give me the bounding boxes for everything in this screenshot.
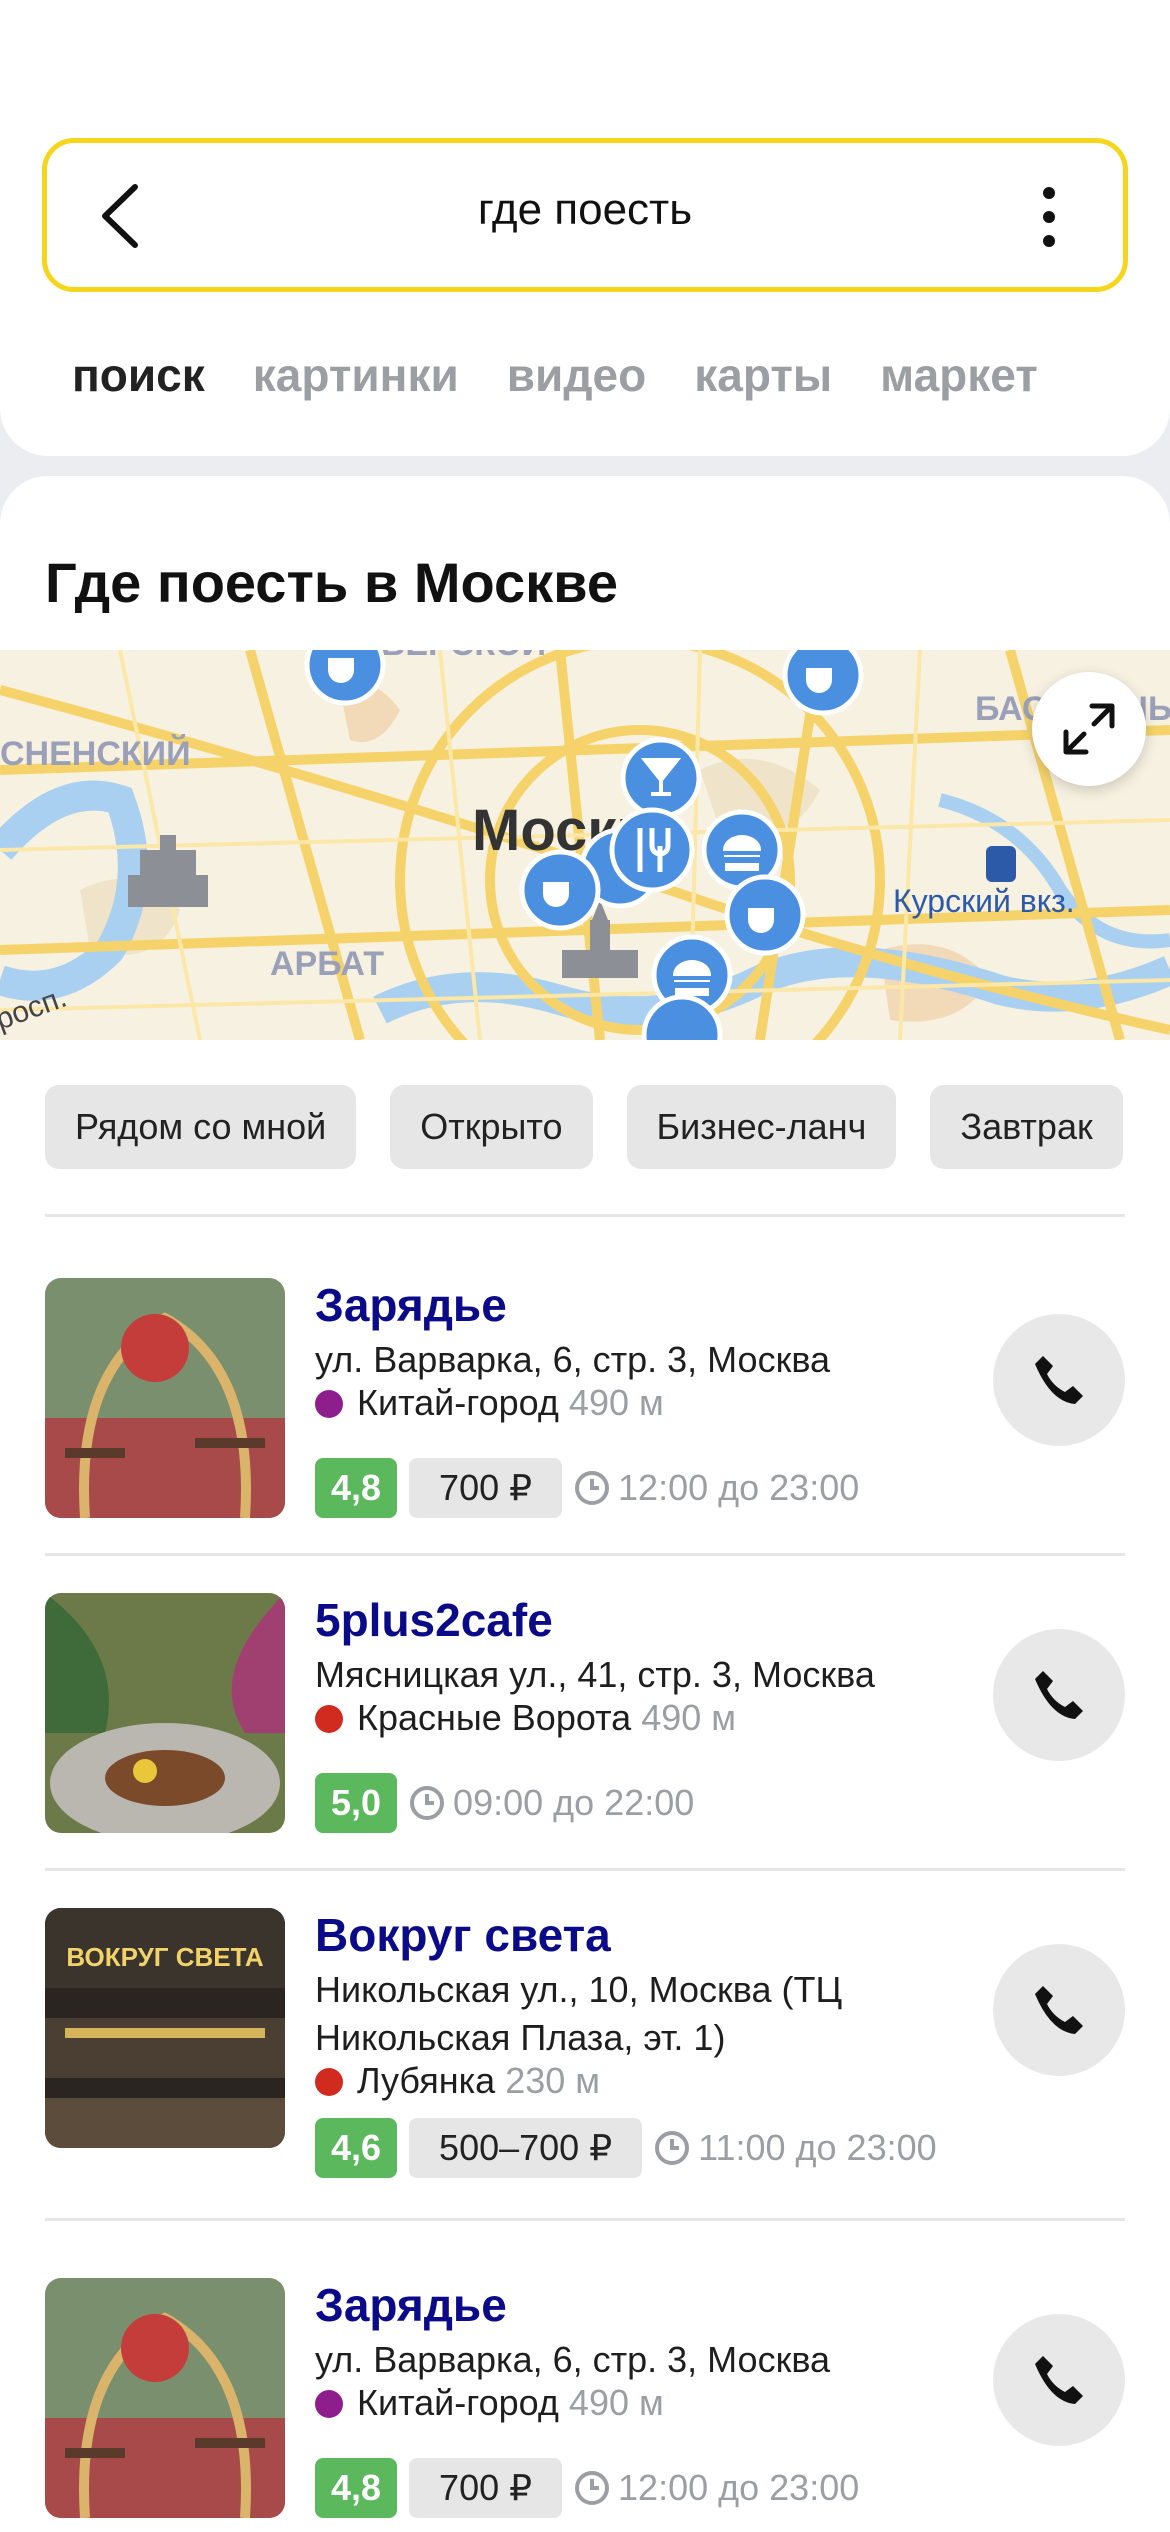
filter-breakfast[interactable]: Завтрак <box>930 1085 1123 1169</box>
divider <box>45 1214 1125 1217</box>
expand-icon <box>1063 703 1115 755</box>
pin-cafe-icon <box>724 874 806 956</box>
metro-line-dot <box>315 2390 343 2418</box>
clock-icon <box>655 2131 690 2165</box>
result-tags: 4,8 700 ₽ 12:00 до 23:00 <box>315 2458 859 2518</box>
pin-cafe-icon <box>519 849 601 931</box>
clock-icon <box>410 1786 445 1820</box>
hours-text: 12:00 до 23:00 <box>618 1467 860 1508</box>
restaurant-photo <box>45 1278 285 1518</box>
restaurant-name[interactable]: Зарядье <box>315 1278 507 1332</box>
phone-icon <box>1035 1671 1083 1719</box>
opening-hours: 12:00 до 23:00 <box>574 1458 859 1518</box>
filter-chips: Рядом со мной Открыто Бизнес-ланч Завтрак <box>45 1085 1157 1171</box>
result-item[interactable]: Зарядье ул. Варварка, 6, стр. 3, Москва … <box>45 2278 1125 2518</box>
rating-badge: 4,8 <box>315 2458 398 2518</box>
metro-name: Лубянка <box>357 2060 496 2101</box>
tab-market[interactable]: маркет <box>880 348 1038 402</box>
metro-distance: 490 м <box>568 2382 664 2423</box>
filter-business-lunch[interactable]: Бизнес-ланч <box>626 1085 897 1169</box>
restaurant-photo: ВОКРУГ СВЕТА <box>45 1908 285 2148</box>
tab-video[interactable]: видео <box>507 348 646 402</box>
tab-maps[interactable]: карты <box>694 348 832 402</box>
phone-icon <box>1035 1356 1083 1404</box>
result-tags: 4,8 700 ₽ 12:00 до 23:00 <box>315 1458 859 1518</box>
rating-badge: 4,8 <box>315 1458 398 1518</box>
section-title: Где поесть в Москве <box>45 551 618 614</box>
restaurant-photo <box>45 2278 285 2518</box>
hours-text: 09:00 до 22:00 <box>453 1782 695 1823</box>
more-options-icon[interactable] <box>1043 187 1057 247</box>
call-button[interactable] <box>993 2314 1125 2446</box>
result-tags: 5,0 09:00 до 22:00 <box>315 1773 694 1833</box>
search-tabs: поиск картинки видео карты маркет <box>72 348 1086 408</box>
opening-hours: 09:00 до 22:00 <box>409 1773 694 1833</box>
metro-line-dot <box>315 1390 343 1418</box>
result-tags: 4,6 500–700 ₽ 11:00 до 23:00 <box>315 2118 937 2178</box>
restaurant-name[interactable]: 5plus2cafe <box>315 1593 553 1647</box>
restaurant-address: Никольская ул., 10, Москва (ТЦ Никольска… <box>315 1969 843 2058</box>
restaurant-address: ул. Варварка, 6, стр. 3, Москва <box>315 2339 831 2380</box>
clock-icon <box>575 1471 610 1505</box>
divider <box>45 2218 1125 2221</box>
divider <box>45 1868 1125 1871</box>
metro-name: Красные Ворота <box>357 1697 632 1738</box>
metro-station: Красные Ворота 490 м <box>315 1697 736 1739</box>
restaurant-address: Мясницкая ул., 41, стр. 3, Москва <box>315 1654 875 1695</box>
phone-icon <box>1035 2356 1083 2404</box>
metro-name: Китай-город <box>357 2382 559 2423</box>
search-bar[interactable]: где поесть <box>42 138 1128 292</box>
train-icon <box>986 846 1016 882</box>
hours-text: 12:00 до 23:00 <box>618 2467 860 2508</box>
map-label-district-1: СНЕНСКИЙ <box>0 734 191 773</box>
photo-sign-text: ВОКРУГ СВЕТА <box>66 1942 263 1972</box>
hours-text: 11:00 до 23:00 <box>698 2127 937 2168</box>
pin-bar-icon <box>620 737 702 819</box>
call-button[interactable] <box>993 1944 1125 2076</box>
price-badge: 700 ₽ <box>409 2458 563 2518</box>
divider <box>45 1553 1125 1556</box>
metro-name: Китай-город <box>357 1382 559 1423</box>
pin-cafe-icon <box>304 650 386 706</box>
filter-nearby[interactable]: Рядом со мной <box>45 1085 357 1169</box>
metro-distance: 490 м <box>641 1697 737 1738</box>
tab-search[interactable]: поиск <box>72 348 205 402</box>
pin-cafe-icon <box>782 650 864 716</box>
pin-restaurant-icon <box>609 807 695 893</box>
search-query[interactable]: где поесть <box>47 185 1123 235</box>
metro-distance: 230 м <box>505 2060 601 2101</box>
metro-distance: 490 м <box>568 1382 664 1423</box>
rating-badge: 5,0 <box>315 1773 398 1833</box>
metro-station: Китай-город 490 м <box>315 2382 664 2424</box>
result-item[interactable]: ВОКРУГ СВЕТА Вокруг света Никольская ул.… <box>45 1908 1125 2184</box>
restaurant-photo <box>45 1593 285 1833</box>
restaurant-name[interactable]: Вокруг света <box>315 1908 611 1962</box>
map-label-station: Курский вкз. <box>893 883 1075 919</box>
opening-hours: 11:00 до 23:00 <box>654 2118 937 2178</box>
call-button[interactable] <box>993 1629 1125 1761</box>
map-preview[interactable]: СНЕНСКИЙ АРБАТ БАСМАННЫ ТВЕРСКОЙ росп. М… <box>0 650 1170 1040</box>
expand-map-button[interactable] <box>1032 672 1146 786</box>
metro-station: Лубянка 230 м <box>315 2060 600 2102</box>
restaurant-address: ул. Варварка, 6, стр. 3, Москва <box>315 1339 831 1380</box>
metro-line-dot <box>315 1705 343 1733</box>
clock-icon <box>575 2471 610 2505</box>
metro-line-dot <box>315 2068 343 2096</box>
opening-hours: 12:00 до 23:00 <box>574 2458 859 2518</box>
call-button[interactable] <box>993 1314 1125 1446</box>
map-label-district-2: АРБАТ <box>270 945 384 983</box>
filter-open[interactable]: Открыто <box>390 1085 593 1169</box>
metro-station: Китай-город 490 м <box>315 1382 664 1424</box>
restaurant-name[interactable]: Зарядье <box>315 2278 507 2332</box>
phone-icon <box>1035 1986 1083 2034</box>
map-label-district-4: ТВЕРСКОЙ <box>360 650 546 663</box>
price-badge: 700 ₽ <box>409 1458 563 1518</box>
tab-images[interactable]: картинки <box>253 348 459 402</box>
rating-badge: 4,6 <box>315 2118 398 2178</box>
result-item[interactable]: 5plus2cafe Мясницкая ул., 41, стр. 3, Мо… <box>45 1593 1125 1833</box>
price-badge: 500–700 ₽ <box>409 2118 643 2178</box>
result-item[interactable]: Зарядье ул. Варварка, 6, стр. 3, Москва … <box>45 1278 1125 1518</box>
